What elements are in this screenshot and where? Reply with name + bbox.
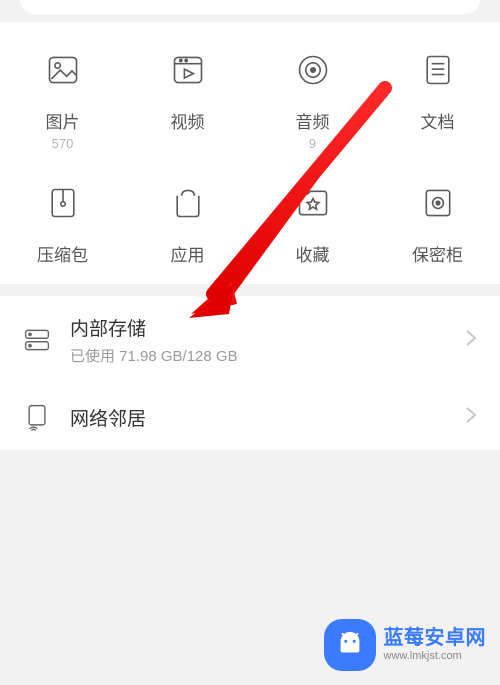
image-icon xyxy=(35,42,91,98)
category-videos[interactable]: 视频 xyxy=(125,42,250,151)
category-favorites[interactable]: 收藏 xyxy=(250,175,375,266)
network-neighbors-item[interactable]: 网络邻居 xyxy=(0,384,500,450)
category-card: 图片 570 视频 音频 9 文档 xyxy=(0,22,500,284)
category-count: 9 xyxy=(309,136,316,151)
storage-text: 内部存储 已使用 71.98 GB/128 GB xyxy=(70,314,464,366)
category-docs[interactable]: 文档 xyxy=(375,42,500,151)
category-archives[interactable]: 压缩包 xyxy=(0,175,125,266)
category-label: 收藏 xyxy=(296,241,330,266)
favorite-icon xyxy=(285,175,341,231)
category-safe[interactable]: 保密柜 xyxy=(375,175,500,266)
safe-icon xyxy=(410,175,466,231)
category-label: 图片 xyxy=(46,108,80,133)
chevron-right-icon xyxy=(464,405,478,430)
app-icon xyxy=(160,175,216,231)
chevron-right-icon xyxy=(464,328,478,353)
network-icon xyxy=(22,402,52,432)
network-text: 网络邻居 xyxy=(70,404,464,431)
storage-icon xyxy=(22,325,52,355)
audio-icon xyxy=(285,42,341,98)
search-bar[interactable] xyxy=(20,0,480,14)
category-label: 文档 xyxy=(421,108,455,133)
category-label: 视频 xyxy=(171,108,205,133)
category-grid: 图片 570 视频 音频 9 文档 xyxy=(0,42,500,266)
video-icon xyxy=(160,42,216,98)
category-count: 570 xyxy=(52,136,74,151)
internal-storage-item[interactable]: 内部存储 已使用 71.98 GB/128 GB xyxy=(0,296,500,384)
storage-section: 内部存储 已使用 71.98 GB/128 GB 网络邻居 xyxy=(0,296,500,450)
watermark-url: www.lmkjst.com xyxy=(384,650,487,663)
category-label: 音频 xyxy=(296,108,330,133)
network-title: 网络邻居 xyxy=(70,404,464,431)
watermark-title: 蓝莓安卓网 xyxy=(384,627,487,650)
watermark: 蓝莓安卓网 www.lmkjst.com xyxy=(324,619,487,671)
storage-title: 内部存储 xyxy=(70,314,464,341)
category-label: 应用 xyxy=(171,241,205,266)
storage-subtitle: 已使用 71.98 GB/128 GB xyxy=(70,345,464,366)
category-label: 压缩包 xyxy=(37,241,88,266)
category-images[interactable]: 图片 570 xyxy=(0,42,125,151)
watermark-text: 蓝莓安卓网 www.lmkjst.com xyxy=(384,627,487,663)
category-apps[interactable]: 应用 xyxy=(125,175,250,266)
document-icon xyxy=(410,42,466,98)
category-audio[interactable]: 音频 9 xyxy=(250,42,375,151)
watermark-logo-icon xyxy=(324,619,376,671)
category-label: 保密柜 xyxy=(412,241,463,266)
archive-icon xyxy=(35,175,91,231)
